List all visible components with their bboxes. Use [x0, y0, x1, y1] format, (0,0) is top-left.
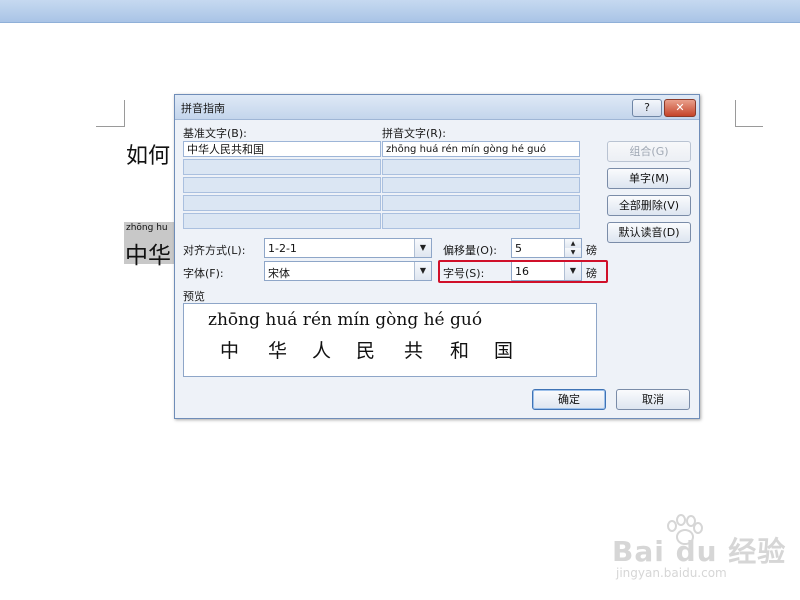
- preview-char: 共: [404, 340, 424, 362]
- alignment-label: 对齐方式(L):: [183, 244, 246, 257]
- size-highlight-box: [438, 260, 608, 283]
- close-button[interactable]: ✕: [664, 99, 696, 117]
- phonetic-guide-dialog: 拼音指南 ? ✕ 基准文字(B): 拼音文字(R): 中华人民共和国 zhōng…: [174, 94, 700, 419]
- preview-char: 民: [356, 340, 376, 362]
- spin-down-icon[interactable]: ▼: [564, 248, 581, 257]
- offset-unit: 磅: [586, 244, 597, 257]
- font-label: 字体(F):: [183, 267, 224, 280]
- document-ruby-pinyin: zhōng hu: [126, 223, 168, 233]
- base-text-field-5[interactable]: [183, 213, 381, 229]
- preview-char: 中: [220, 340, 240, 362]
- dialog-titlebar[interactable]: 拼音指南 ? ✕: [175, 95, 699, 120]
- spin-up-icon[interactable]: ▲: [564, 239, 581, 248]
- preview-char: 华: [268, 340, 288, 362]
- alignment-value: 1-2-1: [268, 242, 297, 255]
- preview-box: zhōng huá rén mín gòng hé guó 中 华 人 民 共 …: [183, 303, 597, 377]
- combine-button[interactable]: 组合(G): [607, 141, 691, 162]
- pinyin-text-field-1[interactable]: zhōng huá rén mín gòng hé guó: [382, 141, 580, 157]
- offset-value: 5: [515, 242, 522, 255]
- ok-button[interactable]: 确定: [532, 389, 606, 410]
- cancel-button[interactable]: 取消: [616, 389, 690, 410]
- pinyin-text-field-4[interactable]: [382, 195, 580, 211]
- alignment-select[interactable]: 1-2-1 ▼: [264, 238, 432, 258]
- font-value: 宋体: [268, 267, 290, 280]
- preview-char: 和: [450, 340, 470, 362]
- dialog-title: 拼音指南: [181, 102, 225, 115]
- preview-char: 国: [494, 340, 514, 362]
- chevron-down-icon[interactable]: ▼: [414, 239, 431, 257]
- base-text-label: 基准文字(B):: [183, 127, 247, 140]
- font-select[interactable]: 宋体 ▼: [264, 261, 432, 281]
- watermark-url: jingyan.baidu.com: [616, 566, 727, 580]
- pinyin-text-label: 拼音文字(R):: [382, 127, 446, 140]
- delete-all-button[interactable]: 全部删除(V): [607, 195, 691, 216]
- default-reading-button[interactable]: 默认读音(D): [607, 222, 691, 243]
- ribbon-bar: [0, 0, 800, 23]
- watermark-brand: Bai du 经验: [612, 535, 787, 568]
- base-text-field-4[interactable]: [183, 195, 381, 211]
- document-text: 如何: [126, 144, 171, 169]
- help-button[interactable]: ?: [632, 99, 662, 117]
- chevron-down-icon[interactable]: ▼: [414, 262, 431, 280]
- preview-label: 预览: [183, 290, 205, 303]
- preview-char: 人: [312, 340, 332, 362]
- preview-pinyin: zhōng huá rén mín gòng hé guó: [208, 310, 483, 330]
- document-selected-ruby-text[interactable]: zhōng hu 中华: [124, 222, 176, 269]
- document-ruby-base: 中华: [125, 243, 171, 269]
- pinyin-text-field-3[interactable]: [382, 177, 580, 193]
- offset-label: 偏移量(O):: [443, 244, 497, 257]
- base-text-field-2[interactable]: [183, 159, 381, 175]
- base-text-field-3[interactable]: [183, 177, 381, 193]
- pinyin-text-field-5[interactable]: [382, 213, 580, 229]
- base-text-field-1[interactable]: 中华人民共和国: [183, 141, 381, 157]
- pinyin-text-field-2[interactable]: [382, 159, 580, 175]
- single-char-button[interactable]: 单字(M): [607, 168, 691, 189]
- offset-spinner[interactable]: 5 ▲ ▼: [511, 238, 582, 258]
